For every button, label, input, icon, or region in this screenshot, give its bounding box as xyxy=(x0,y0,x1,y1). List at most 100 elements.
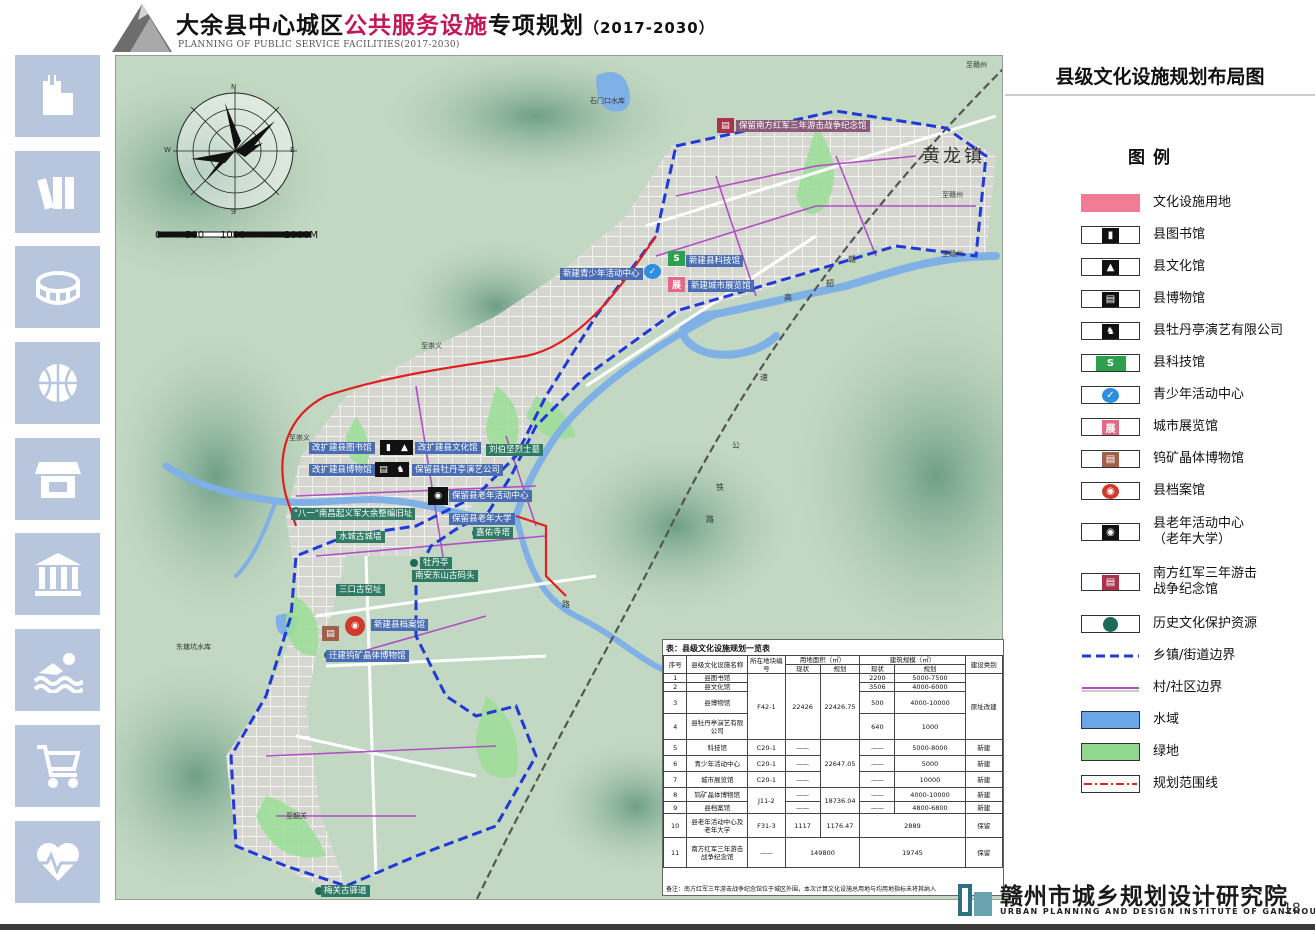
label-jiayou-pagoda: 嘉佑寺塔 xyxy=(473,527,514,539)
legend-symbol: 展 xyxy=(1081,418,1140,436)
legend-label: 规划范围线 xyxy=(1153,776,1219,791)
rail-char-3: 铁 xyxy=(716,483,724,492)
sidebar-item-swimming[interactable] xyxy=(15,629,100,712)
road-to-ganzhou-ne: 至赣州 xyxy=(966,61,987,69)
cell-name: 县档案馆 xyxy=(686,801,749,814)
legend-symbol: ▤ xyxy=(1081,290,1140,308)
legend-item: ▤ 县博物馆 xyxy=(1081,288,1205,310)
science-museum-icon: S xyxy=(1095,355,1126,371)
cell-type: 新建 xyxy=(964,787,1004,802)
compass-s: S xyxy=(231,208,236,216)
sidebar-item-bank[interactable] xyxy=(15,533,100,616)
sidebar-item-books[interactable] xyxy=(15,150,100,233)
hospital-icon xyxy=(42,73,73,115)
cell-no: 5 xyxy=(662,739,688,756)
heart-icon xyxy=(34,842,81,881)
legend-label: 县科技馆 xyxy=(1153,355,1206,370)
th-build-planned: 规划 xyxy=(894,664,966,674)
th-no: 序号 xyxy=(662,655,688,674)
basketball-icon xyxy=(38,364,77,403)
road-to-chongyi-w: 至崇义 xyxy=(289,434,310,442)
legend-item: 水域 xyxy=(1081,709,1179,731)
label-memorial: 保留南方红军三年游击战争纪念馆 xyxy=(736,120,870,132)
legend-item: ◉ 县老年活动中心 （老年大学） xyxy=(1081,515,1244,549)
th-land-current: 现状 xyxy=(784,664,821,674)
planning-boundary-line xyxy=(1084,783,1137,785)
sidebar-item-shop[interactable] xyxy=(15,437,100,520)
legend-symbol: ✓ xyxy=(1081,386,1140,404)
cell-type: 新建 xyxy=(964,771,1004,788)
cell-name: 县老年活动中心及老年大学 xyxy=(686,813,749,838)
legend-symbol: ◉ xyxy=(1081,482,1140,500)
cell-build-current: 3506 xyxy=(859,682,896,692)
theater-marker[interactable]: ♞ xyxy=(392,462,409,477)
legend-item: S 县科技馆 xyxy=(1081,352,1205,374)
tungsten-museum-marker[interactable]: ▤ xyxy=(322,626,339,641)
legend-label: 城市展览馆 xyxy=(1153,419,1219,434)
cell-plot: F31-3 xyxy=(747,813,786,838)
cell-build-current: —— xyxy=(859,755,896,772)
legend-label: 县文化馆 xyxy=(1153,259,1206,274)
youth-center-marker[interactable]: ✓ xyxy=(644,264,661,279)
table-row: 5 科技馆 C20-1 —— 22647.05 —— 5000-8000 新建 xyxy=(662,739,1004,788)
legend-symbol xyxy=(1081,647,1140,665)
science-museum-marker[interactable]: S xyxy=(668,251,685,266)
cell-land-current: 1117 xyxy=(784,813,821,838)
institute-name-en: URBAN PLANNING AND DESIGN INSTITUTE OF G… xyxy=(1000,907,1315,916)
label-mudan-pavilion: 牡丹亭 xyxy=(420,557,452,569)
label-sankou-kiln: 三口古窑址 xyxy=(336,584,385,596)
cell-build-current: —— xyxy=(859,787,896,802)
legend-label: 南方红军三年游击 战争纪念馆 xyxy=(1153,566,1258,597)
sidebar-item-cart[interactable] xyxy=(15,724,100,807)
title-years: （2017-2030） xyxy=(584,19,715,37)
label-youth-center: 新建青少年活动中心 xyxy=(560,268,643,280)
table-caption: 表：县级文化设施规划一览表 xyxy=(666,644,770,653)
legend-symbol xyxy=(1081,615,1140,633)
legend-symbol: ▮ xyxy=(1081,226,1140,244)
rail-char-6: 速 xyxy=(760,373,768,382)
culture-hall-marker[interactable]: ▲ xyxy=(396,440,413,455)
label-elderly-center: 保留县老年活动中心 xyxy=(449,490,532,502)
memorial-marker[interactable]: ▤ xyxy=(717,118,734,133)
cell-no: 1 xyxy=(662,673,688,683)
legend-item: ▤ 钨矿晶体博物馆 xyxy=(1081,448,1244,470)
rail-char-5: 高 xyxy=(784,293,792,302)
label-exhibition: 新建城市展览馆 xyxy=(688,280,754,292)
road-to-chongyi-nw: 至崇义 xyxy=(421,342,442,350)
legend-label: 县档案馆 xyxy=(1153,483,1206,498)
sidebar-item-hospital[interactable] xyxy=(15,55,100,137)
legend-item: 绿地 xyxy=(1081,741,1179,763)
th-name: 县级文化设施名称 xyxy=(686,655,749,674)
legend-heading: 图例 xyxy=(1128,148,1178,168)
institute-logo-icon xyxy=(958,884,992,916)
sidebar-item-basketball[interactable] xyxy=(15,342,100,425)
legend-label: 县牡丹亭演艺有限公司 xyxy=(1153,323,1284,338)
cell-build-current: —— xyxy=(859,801,896,814)
cell-build-planned: 5000-7500 xyxy=(894,673,966,683)
legend-item: 文化设施用地 xyxy=(1081,192,1231,214)
elderly-center-marker[interactable]: ◉ xyxy=(428,487,448,505)
title-part2: 专项规划 xyxy=(488,13,584,39)
reservoir-dongtangkeng: 东塘坑水库 xyxy=(176,643,211,651)
sidebar-item-stadium[interactable] xyxy=(15,246,100,329)
cell-land-current: —— xyxy=(784,739,821,756)
youth-center-icon: ✓ xyxy=(1102,387,1119,403)
archives-marker[interactable]: ◉ xyxy=(345,616,365,636)
cell-no: 2 xyxy=(662,682,688,692)
legend-label: 县老年活动中心 （老年大学） xyxy=(1153,516,1245,547)
cell-no: 7 xyxy=(662,771,688,788)
road-to-ganzhou-e: 至赣州 xyxy=(942,250,963,258)
reservoir-shimenkou: 石门口水库 xyxy=(590,97,625,105)
tungsten-museum-icon: ▤ xyxy=(1102,451,1119,467)
theater-icon: ♞ xyxy=(1102,323,1119,339)
legend-label: 乡镇/街道边界 xyxy=(1153,648,1236,663)
library-marker[interactable]: ▮ xyxy=(380,440,397,455)
sidebar-item-heart[interactable] xyxy=(15,820,100,903)
cell-build-planned: 5000 xyxy=(894,755,966,772)
header: 大余县中心城区公共服务设施专项规划（2017-2030） PLANNING OF… xyxy=(0,0,1315,54)
subtitle-en: PLANNING OF PUBLIC SERVICE FACILITIES(20… xyxy=(178,40,460,50)
museum-marker[interactable]: ▤ xyxy=(375,462,392,477)
exhibition-marker[interactable]: 展 xyxy=(668,277,685,292)
cell-no: 10 xyxy=(662,813,688,838)
th-type: 建设类别 xyxy=(964,655,1004,674)
